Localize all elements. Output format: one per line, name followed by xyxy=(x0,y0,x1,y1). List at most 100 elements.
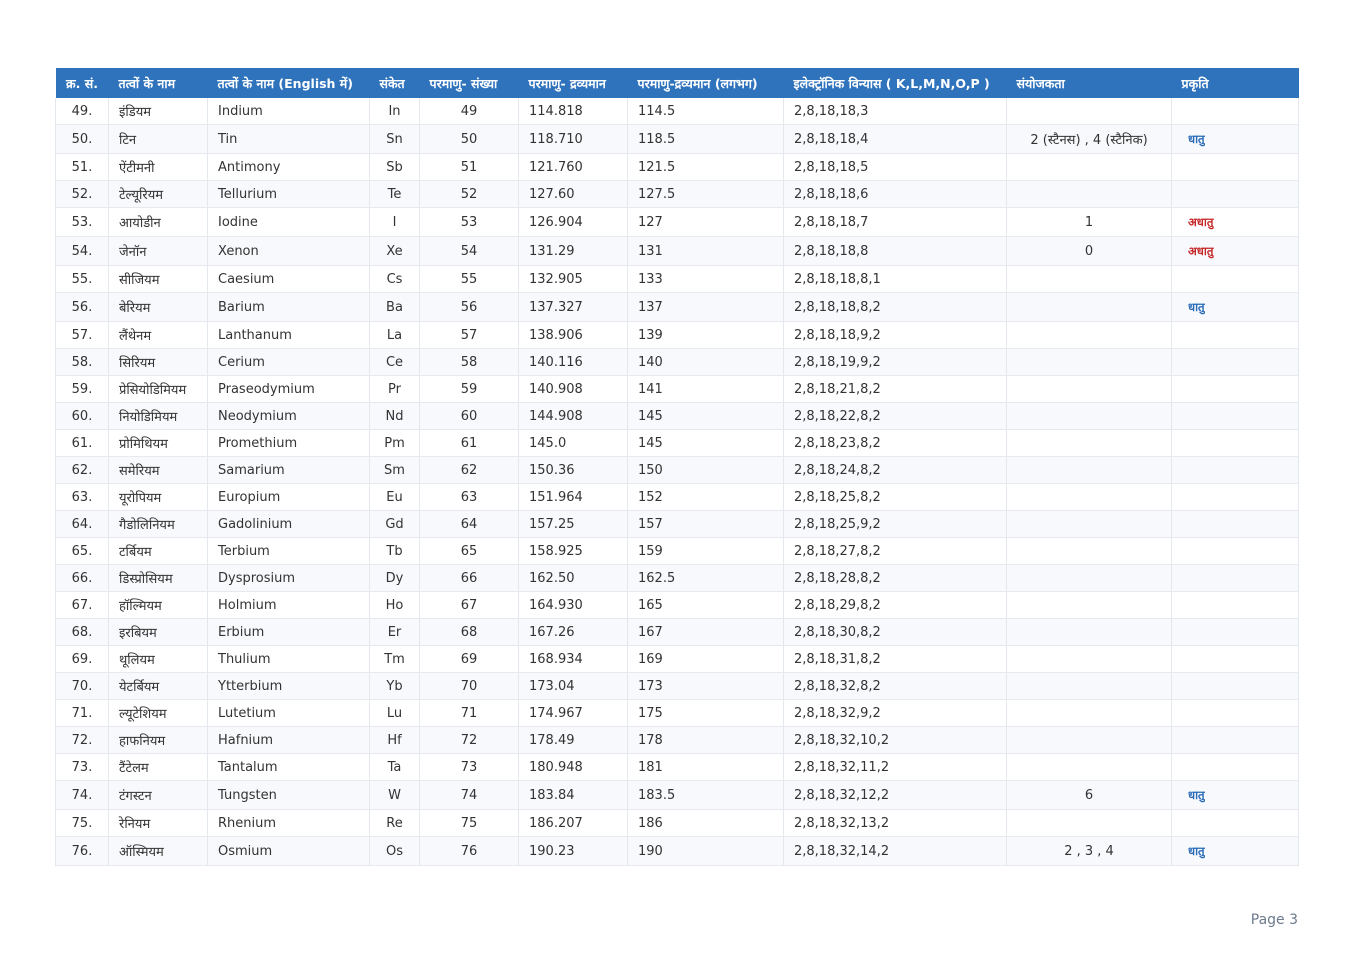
cell-serial: 60. xyxy=(55,402,109,430)
cell-english-name: Praseodymium xyxy=(207,375,370,403)
cell-english-name: Holmium xyxy=(207,591,370,619)
cell-hindi-name: आयोडीन xyxy=(108,207,208,237)
cell-nature xyxy=(1171,429,1299,457)
cell-electronic-config: 2,8,18,32,9,2 xyxy=(783,699,1007,727)
cell-electronic-config: 2,8,18,21,8,2 xyxy=(783,375,1007,403)
cell-nature xyxy=(1171,645,1299,673)
cell-valency xyxy=(1006,429,1172,457)
cell-atomic-mass: 150.36 xyxy=(518,456,628,484)
table-row: 54. जेनॉन Xenon Xe 54 131.29 131 2,8,18,18,8 0 अध… xyxy=(55,236,1299,266)
nature-badge: धातु xyxy=(1188,787,1205,802)
cell-atomic-number: 49 xyxy=(419,98,519,125)
cell-approx-mass: 141 xyxy=(627,375,784,403)
cell-atomic-mass: 140.116 xyxy=(518,348,628,376)
cell-nature xyxy=(1171,537,1299,565)
header-nature: प्रकृति xyxy=(1171,68,1299,98)
cell-approx-mass: 131 xyxy=(627,236,784,266)
cell-serial: 71. xyxy=(55,699,109,727)
cell-valency xyxy=(1006,265,1172,293)
cell-serial: 55. xyxy=(55,265,109,293)
cell-atomic-mass: 138.906 xyxy=(518,321,628,349)
cell-symbol: Ho xyxy=(369,591,420,619)
cell-symbol: Dy xyxy=(369,564,420,592)
table-row: 52. टेल्यूरियम Tellurium Te 52 127.60 127.5 2,8… xyxy=(55,180,1299,208)
cell-approx-mass: 181 xyxy=(627,753,784,781)
cell-valency xyxy=(1006,753,1172,781)
table-row: 60. नियोडिमियम Neodymium Nd 60 144.908 145 2,8,… xyxy=(55,402,1299,430)
cell-english-name: Barium xyxy=(207,292,370,322)
cell-english-name: Terbium xyxy=(207,537,370,565)
cell-valency xyxy=(1006,510,1172,538)
cell-electronic-config: 2,8,18,32,13,2 xyxy=(783,809,1007,837)
cell-serial: 72. xyxy=(55,726,109,754)
cell-symbol: Tb xyxy=(369,537,420,565)
cell-symbol: Sn xyxy=(369,124,420,154)
table-row: 58. सिरियम Cerium Ce 58 140.116 140 2,8,18,19,9… xyxy=(55,348,1299,376)
cell-valency xyxy=(1006,375,1172,403)
cell-nature: धातु xyxy=(1171,836,1299,866)
cell-valency xyxy=(1006,292,1172,322)
cell-electronic-config: 2,8,18,23,8,2 xyxy=(783,429,1007,457)
cell-atomic-mass: 183.84 xyxy=(518,780,628,810)
cell-nature xyxy=(1171,672,1299,700)
table-row: 64. गैडोलिनियम Gadolinium Gd 64 157.25 157 2,8,… xyxy=(55,510,1299,538)
cell-serial: 68. xyxy=(55,618,109,646)
cell-serial: 66. xyxy=(55,564,109,592)
cell-hindi-name: समेरियम xyxy=(108,456,208,484)
cell-atomic-number: 54 xyxy=(419,236,519,266)
cell-approx-mass: 152 xyxy=(627,483,784,511)
cell-english-name: Rhenium xyxy=(207,809,370,837)
cell-english-name: Tin xyxy=(207,124,370,154)
cell-nature: धातु xyxy=(1171,292,1299,322)
cell-hindi-name: बेरियम xyxy=(108,292,208,322)
cell-atomic-number: 70 xyxy=(419,672,519,700)
cell-serial: 64. xyxy=(55,510,109,538)
cell-valency: 6 xyxy=(1006,780,1172,810)
cell-approx-mass: 178 xyxy=(627,726,784,754)
table-row: 59. प्रेसियोडिमियम Praseodymium Pr 59 140.908… xyxy=(55,375,1299,403)
cell-symbol: Sb xyxy=(369,153,420,181)
cell-valency xyxy=(1006,809,1172,837)
cell-atomic-mass: 131.29 xyxy=(518,236,628,266)
cell-hindi-name: डिस्प्रोसियम xyxy=(108,564,208,592)
cell-valency xyxy=(1006,672,1172,700)
cell-nature xyxy=(1171,153,1299,181)
cell-atomic-number: 55 xyxy=(419,265,519,293)
cell-hindi-name: जेनॉन xyxy=(108,236,208,266)
cell-atomic-mass: 137.327 xyxy=(518,292,628,322)
cell-atomic-mass: 127.60 xyxy=(518,180,628,208)
cell-electronic-config: 2,8,18,32,10,2 xyxy=(783,726,1007,754)
cell-english-name: Xenon xyxy=(207,236,370,266)
cell-hindi-name: सिरियम xyxy=(108,348,208,376)
cell-nature xyxy=(1171,456,1299,484)
cell-hindi-name: गैडोलिनियम xyxy=(108,510,208,538)
cell-atomic-number: 69 xyxy=(419,645,519,673)
cell-symbol: La xyxy=(369,321,420,349)
cell-atomic-mass: 151.964 xyxy=(518,483,628,511)
cell-hindi-name: टैंटेलम xyxy=(108,753,208,781)
cell-hindi-name: येटर्बियम xyxy=(108,672,208,700)
cell-english-name: Tellurium xyxy=(207,180,370,208)
cell-hindi-name: टर्बियम xyxy=(108,537,208,565)
cell-approx-mass: 118.5 xyxy=(627,124,784,154)
cell-atomic-number: 56 xyxy=(419,292,519,322)
cell-symbol: Xe xyxy=(369,236,420,266)
cell-electronic-config: 2,8,18,29,8,2 xyxy=(783,591,1007,619)
cell-atomic-number: 63 xyxy=(419,483,519,511)
cell-approx-mass: 140 xyxy=(627,348,784,376)
nature-badge: अधातु xyxy=(1188,214,1214,229)
cell-symbol: W xyxy=(369,780,420,810)
cell-serial: 50. xyxy=(55,124,109,154)
cell-valency xyxy=(1006,645,1172,673)
cell-serial: 65. xyxy=(55,537,109,565)
table-row: 68. इरबियम Erbium Er 68 167.26 167 2,8,18,30,8,… xyxy=(55,618,1299,646)
cell-symbol: Ta xyxy=(369,753,420,781)
cell-atomic-mass: 157.25 xyxy=(518,510,628,538)
cell-valency xyxy=(1006,483,1172,511)
cell-symbol: Eu xyxy=(369,483,420,511)
cell-valency xyxy=(1006,180,1172,208)
cell-atomic-mass: 114.818 xyxy=(518,98,628,125)
cell-electronic-config: 2,8,18,31,8,2 xyxy=(783,645,1007,673)
cell-atomic-mass: 190.23 xyxy=(518,836,628,866)
cell-symbol: Nd xyxy=(369,402,420,430)
